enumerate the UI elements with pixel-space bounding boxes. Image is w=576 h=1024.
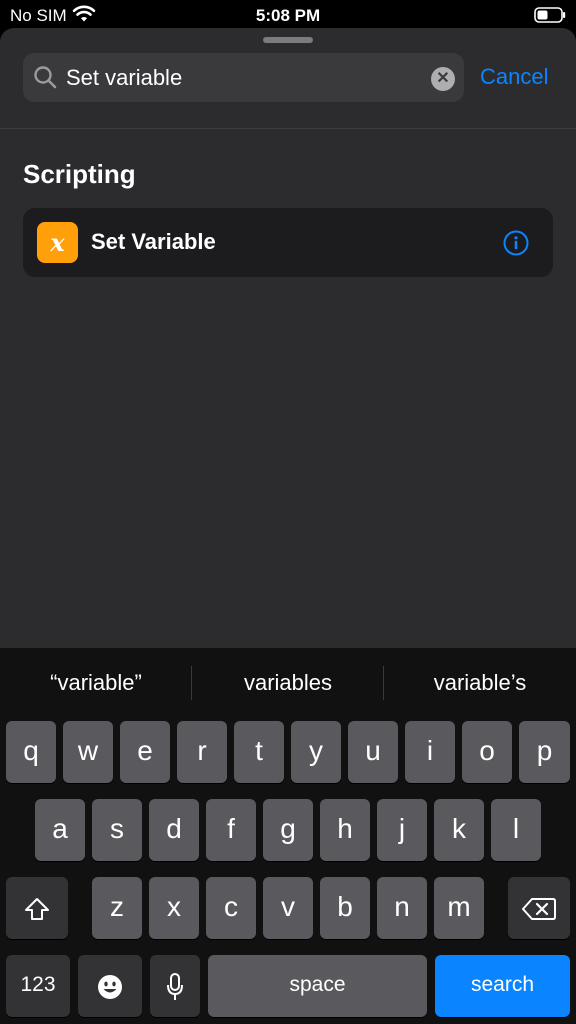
delete-icon — [522, 897, 556, 920]
emoji-key[interactable] — [78, 955, 142, 1017]
info-icon[interactable] — [503, 230, 529, 256]
key-j[interactable]: j — [377, 799, 427, 861]
key-x[interactable]: x — [149, 877, 199, 939]
suggestion-item[interactable]: “variable” — [1, 670, 191, 696]
key-r[interactable]: r — [177, 721, 227, 783]
suggestion-item[interactable]: variable’s — [385, 670, 575, 696]
key-n[interactable]: n — [377, 877, 427, 939]
key-y[interactable]: y — [291, 721, 341, 783]
key-h[interactable]: h — [320, 799, 370, 861]
suggestion-item[interactable]: variables — [193, 670, 383, 696]
key-l[interactable]: l — [491, 799, 541, 861]
key-d[interactable]: d — [149, 799, 199, 861]
search-icon — [34, 66, 57, 89]
key-z[interactable]: z — [92, 877, 142, 939]
key-f[interactable]: f — [206, 799, 256, 861]
header-divider — [0, 128, 576, 129]
search-bar[interactable]: ✕ — [23, 53, 464, 102]
key-e[interactable]: e — [120, 721, 170, 783]
dictation-key[interactable] — [150, 955, 200, 1017]
key-p[interactable]: p — [519, 721, 570, 783]
space-key[interactable]: space — [208, 955, 427, 1017]
microphone-icon — [167, 972, 183, 1000]
clear-search-icon[interactable]: ✕ — [431, 67, 455, 91]
search-input[interactable] — [66, 53, 406, 102]
key-a[interactable]: a — [35, 799, 85, 861]
shift-icon — [25, 897, 49, 920]
key-v[interactable]: v — [263, 877, 313, 939]
suggestion-bar: “variable” variables variable’s — [0, 648, 576, 720]
search-key[interactable]: search — [435, 955, 570, 1017]
battery-icon — [534, 7, 566, 23]
shift-key[interactable] — [6, 877, 68, 939]
section-title: Scripting — [23, 159, 136, 189]
key-i[interactable]: i — [405, 721, 455, 783]
key-t[interactable]: t — [234, 721, 284, 783]
cancel-button[interactable]: Cancel — [480, 64, 548, 90]
clock: 5:08 PM — [255, 6, 321, 25]
sheet-grabber[interactable] — [263, 37, 313, 43]
key-q[interactable]: q — [6, 721, 56, 783]
key-s[interactable]: s — [92, 799, 142, 861]
numbers-key[interactable]: 123 — [6, 955, 70, 1017]
emoji-icon — [98, 974, 122, 999]
key-w[interactable]: w — [63, 721, 113, 783]
key-c[interactable]: c — [206, 877, 256, 939]
key-m[interactable]: m — [434, 877, 484, 939]
suggestion-divider — [383, 666, 384, 700]
delete-key[interactable] — [508, 877, 570, 939]
key-o[interactable]: o — [462, 721, 512, 783]
key-b[interactable]: b — [320, 877, 370, 939]
key-g[interactable]: g — [263, 799, 313, 861]
variable-icon: x — [37, 222, 78, 263]
action-search-sheet: ✕ Cancel Scripting x Set Variable — [0, 28, 576, 648]
key-u[interactable]: u — [348, 721, 398, 783]
status-bar: No SIM 5:08 PM — [0, 0, 576, 30]
action-row-set-variable[interactable]: x Set Variable — [23, 208, 553, 277]
action-label: Set Variable — [91, 229, 216, 254]
suggestion-divider — [191, 666, 192, 700]
key-k[interactable]: k — [434, 799, 484, 861]
keyboard: “variable” variables variable’s q w e r … — [0, 648, 576, 1024]
